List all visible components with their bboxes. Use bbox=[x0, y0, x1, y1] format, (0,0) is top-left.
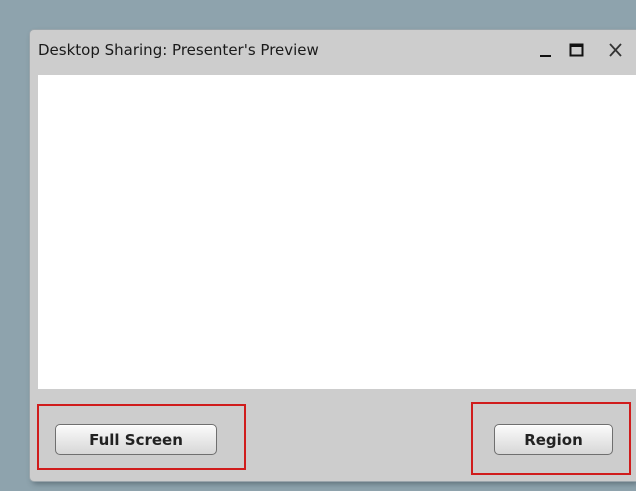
presenter-preview-area bbox=[38, 75, 636, 389]
window-title: Desktop Sharing: Presenter's Preview bbox=[38, 41, 319, 59]
title-bar[interactable]: Desktop Sharing: Presenter's Preview bbox=[30, 30, 636, 75]
full-screen-button[interactable]: Full Screen bbox=[55, 424, 217, 455]
region-button[interactable]: Region bbox=[494, 424, 613, 455]
desktop-sharing-window: Desktop Sharing: Presenter's Preview Ful… bbox=[30, 30, 636, 481]
maximize-icon bbox=[569, 43, 584, 57]
maximize-button[interactable] bbox=[566, 38, 588, 62]
close-icon bbox=[609, 43, 622, 57]
minimize-button[interactable] bbox=[535, 38, 557, 62]
minimize-icon bbox=[540, 55, 551, 57]
close-button[interactable] bbox=[605, 38, 627, 62]
